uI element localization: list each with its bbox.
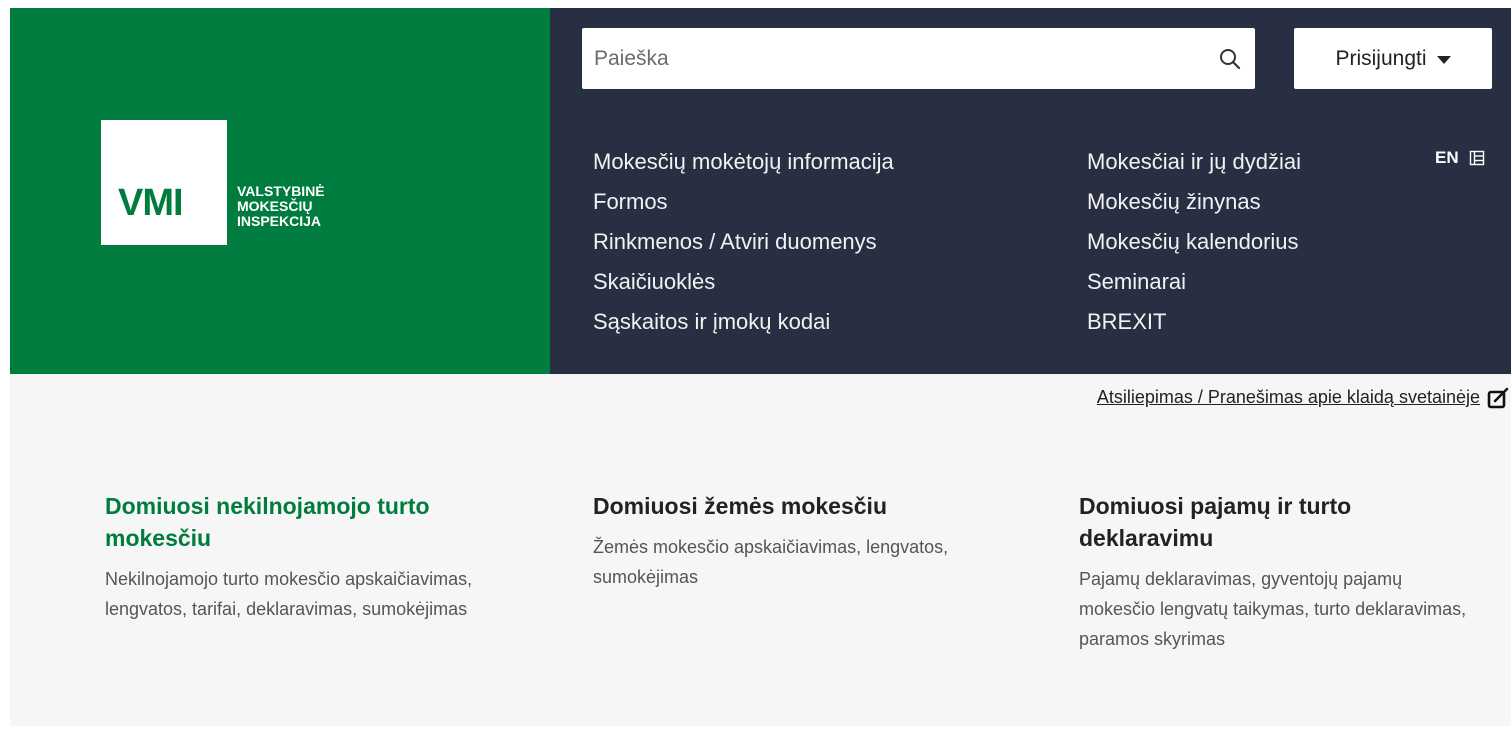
menu-item-accounts-codes[interactable]: Sąskaitos ir įmokų kodai	[593, 305, 894, 345]
topic-card-description: Žemės mokesčio apskaičiavimas, lengvatos…	[593, 537, 949, 587]
search-icon	[1220, 48, 1241, 69]
bottom-divider	[0, 726, 1511, 730]
menu-item-seminars[interactable]: Seminarai	[1087, 265, 1301, 305]
page: VMI VALSTYBINĖ MOKESČIŲ INSPEKCIJA Pris	[0, 0, 1511, 730]
topic-card-land-tax[interactable]: Domiuosi žemės mokesčiu Žemės mokesčio a…	[593, 490, 1033, 592]
menu-item-open-data[interactable]: Rinkmenos / Atviri duomenys	[593, 225, 894, 265]
brand-panel: VMI VALSTYBINĖ MOKESČIŲ INSPEKCIJA	[10, 8, 550, 374]
language-label: EN	[1435, 148, 1459, 167]
feedback-link[interactable]: Atsiliepimas / Pranešimas apie klaidą sv…	[1097, 387, 1480, 408]
login-label: Prisijungti	[1335, 46, 1427, 70]
sitemap-icon[interactable]	[1469, 150, 1485, 166]
main-menu-column-2: Mokesčiai ir jų dydžiai Mokesčių žinynas…	[1087, 145, 1301, 345]
topic-card-description: Pajamų deklaravimas, gyventojų pajamų mo…	[1079, 569, 1467, 649]
topic-card-description: Nekilnojamojo turto mokesčio apskaičiavi…	[105, 569, 473, 619]
logo-line-2: MOKESČIŲ	[237, 198, 313, 214]
topic-card-title[interactable]: Domiuosi pajamų ir turto deklaravimu	[1079, 490, 1479, 554]
logo-mark: VMI	[118, 182, 184, 224]
menu-item-calculators[interactable]: Skaičiuoklės	[593, 265, 894, 305]
topic-card-title[interactable]: Domiuosi žemės mokesčiu	[593, 490, 1033, 522]
language-switch[interactable]: EN	[1435, 148, 1485, 168]
search-input[interactable]	[582, 28, 1205, 89]
site-header: VMI VALSTYBINĖ MOKESČIŲ INSPEKCIJA Pris	[10, 8, 1511, 374]
caret-down-icon	[1436, 55, 1451, 64]
navigation-panel: Prisijungti Mokesčių mokėtojų informacij…	[550, 8, 1511, 374]
main-menu-column-1: Mokesčių mokėtojų informacija Formos Rin…	[593, 145, 894, 345]
login-button[interactable]: Prisijungti	[1294, 28, 1492, 89]
menu-item-brexit[interactable]: BREXIT	[1087, 305, 1301, 345]
topic-card-real-estate-tax[interactable]: Domiuosi nekilnojamojo turto mokesčiu Ne…	[105, 490, 485, 624]
menu-item-tax-calendar[interactable]: Mokesčių kalendorius	[1087, 225, 1301, 265]
menu-item-tax-reference[interactable]: Mokesčių žinynas	[1087, 185, 1301, 225]
edit-icon[interactable]	[1485, 386, 1511, 412]
main-content: Atsiliepimas / Pranešimas apie klaidą sv…	[10, 374, 1511, 730]
menu-item-forms[interactable]: Formos	[593, 185, 894, 225]
vmi-logo[interactable]: VMI	[101, 120, 227, 245]
menu-item-taxpayer-info[interactable]: Mokesčių mokėtojų informacija	[593, 145, 894, 185]
search-button[interactable]	[1205, 28, 1255, 89]
topic-card-title[interactable]: Domiuosi nekilnojamojo turto mokesčiu	[105, 490, 485, 554]
topic-card-income-declaration[interactable]: Domiuosi pajamų ir turto deklaravimu Paj…	[1079, 490, 1479, 654]
logo-line-3: INSPEKCIJA	[237, 213, 322, 229]
search-bar	[582, 28, 1255, 89]
logo-wordmark: VALSTYBINĖ MOKESČIŲ INSPEKCIJA	[237, 184, 325, 229]
logo-line-1: VALSTYBINĖ	[237, 183, 325, 199]
menu-item-tax-rates[interactable]: Mokesčiai ir jų dydžiai	[1087, 145, 1301, 185]
